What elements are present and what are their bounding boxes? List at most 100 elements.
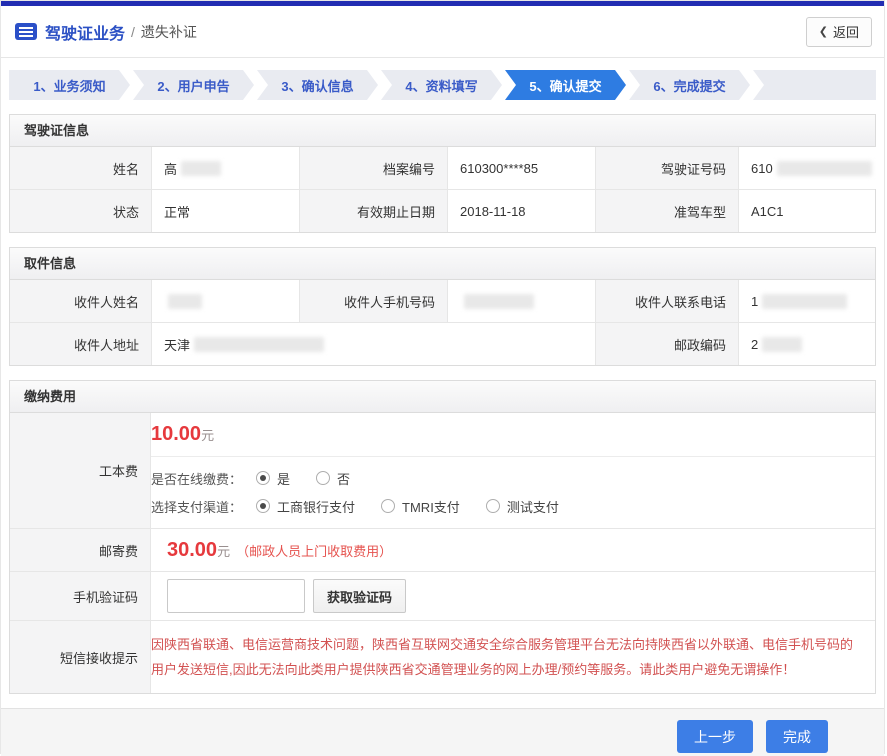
online-pay-question-row: 是否在线缴费： 是 否: [151, 466, 875, 490]
tel-value-text: 1: [751, 294, 758, 309]
work-fee-unit: 元: [201, 428, 214, 443]
breadcrumb-separator: /: [131, 24, 135, 40]
postage-fee-row: 邮寄费 30.00元 （邮政人员上门收取费用）: [10, 529, 875, 572]
name-value-text: 高: [164, 159, 177, 178]
footer-action-bar: 上一步 完成: [1, 708, 884, 756]
back-button-label: 返回: [833, 22, 859, 41]
sms-code-row: 手机验证码 获取验证码: [10, 572, 875, 621]
back-button[interactable]: ❮ 返回: [806, 17, 872, 47]
redacted-tel: [762, 294, 847, 309]
radio-icon[interactable]: [486, 499, 500, 513]
license-no-label: 驾驶证号码: [595, 147, 738, 189]
form-list-icon: [15, 23, 37, 40]
get-code-button[interactable]: 获取验证码: [313, 579, 406, 613]
vehicle-class-label: 准驾车型: [595, 190, 738, 232]
table-row: 收件人姓名 收件人手机号码 收件人联系电话 1: [10, 280, 875, 323]
address-value-text: 天津: [164, 335, 190, 354]
sms-code-input[interactable]: [167, 579, 305, 613]
name-value: 高: [151, 147, 299, 189]
radio-option-yes-label: 是: [277, 469, 290, 488]
table-row: 姓名 高 档案编号 610300****85 驾驶证号码 610: [10, 147, 875, 190]
finish-button[interactable]: 完成: [766, 720, 828, 753]
postage-fee-amount: 30.00: [167, 539, 217, 562]
vehicle-class-value: A1C1: [738, 190, 875, 232]
step-bar-filler: [753, 70, 876, 100]
name-label: 姓名: [10, 147, 151, 189]
radio-option-test-pay[interactable]: 测试支付: [486, 497, 559, 516]
step-3-confirm-info[interactable]: 3、确认信息: [257, 70, 378, 100]
sms-code-content: 获取验证码: [151, 572, 875, 620]
previous-step-button[interactable]: 上一步: [677, 720, 753, 753]
sms-code-label: 手机验证码: [10, 572, 151, 620]
sms-notice-text: 因陕西省联通、电信运营商技术问题，陕西省互联网交通安全综合服务管理平台无法向持陕…: [151, 621, 875, 693]
work-fee-label: 工本费: [10, 413, 151, 528]
redacted-zip: [762, 337, 802, 352]
postage-fee-unit: 元: [217, 541, 230, 560]
recipient-name-label: 收件人姓名: [10, 280, 151, 322]
zip-label: 邮政编码: [595, 323, 738, 365]
file-no-label: 档案编号: [299, 147, 447, 189]
fee-divider: [151, 456, 875, 457]
radio-icon[interactable]: [256, 499, 270, 513]
status-label: 状态: [10, 190, 151, 232]
postage-fee-label: 邮寄费: [10, 529, 151, 571]
mobile-label: 收件人手机号码: [299, 280, 447, 322]
pickup-info-section-title: 取件信息: [10, 248, 875, 280]
license-info-section-title: 驾驶证信息: [10, 115, 875, 147]
back-chevron-icon: ❮: [819, 25, 828, 38]
step-progress-bar: 1、业务须知 2、用户申告 3、确认信息 4、资料填写 5、确认提交 6、完成提…: [9, 70, 876, 100]
license-info-section: 驾驶证信息 姓名 高 档案编号 610300****85 驾驶证号码 610 状…: [9, 114, 876, 233]
postage-fee-note: （邮政人员上门收取费用）: [236, 541, 392, 560]
license-no-value-text: 610: [751, 161, 773, 176]
step-4-fill-data[interactable]: 4、资料填写: [381, 70, 502, 100]
radio-option-tmri[interactable]: TMRI支付: [381, 497, 460, 516]
pay-channel-question-row: 选择支付渠道： 工商银行支付 TMRI支付 测试支付: [151, 494, 875, 518]
pay-channel-question: 选择支付渠道：: [151, 497, 242, 516]
table-row: 状态 正常 有效期止日期 2018-11-18 准驾车型 A1C1: [10, 190, 875, 232]
file-no-value: 610300****85: [447, 147, 595, 189]
breadcrumb-current: 遗失补证: [141, 22, 197, 42]
tel-label: 收件人联系电话: [595, 280, 738, 322]
page-header: 驾驶证业务 / 遗失补证 ❮ 返回: [1, 6, 884, 58]
radio-option-icbc[interactable]: 工商银行支付: [256, 497, 355, 516]
expiry-label: 有效期止日期: [299, 190, 447, 232]
status-value: 正常: [151, 190, 299, 232]
recipient-name-value: [151, 280, 299, 322]
zip-value-text: 2: [751, 337, 758, 352]
page-title: 驾驶证业务: [45, 20, 125, 44]
tel-value: 1: [738, 280, 875, 322]
work-fee-row: 工本费 10.00元 是否在线缴费： 是 否: [10, 413, 875, 529]
address-label: 收件人地址: [10, 323, 151, 365]
pickup-info-section: 取件信息 收件人姓名 收件人手机号码 收件人联系电话 1 收件人地址 天津: [9, 247, 876, 366]
radio-option-test-pay-label: 测试支付: [507, 497, 559, 516]
radio-icon[interactable]: [381, 499, 395, 513]
redacted-recipient-name: [168, 294, 202, 309]
online-pay-question: 是否在线缴费：: [151, 469, 242, 488]
radio-option-tmri-label: TMRI支付: [402, 497, 460, 516]
sms-notice-row: 短信接收提示 因陕西省联通、电信运营商技术问题，陕西省互联网交通安全综合服务管理…: [10, 621, 875, 693]
payment-section-title: 缴纳费用: [10, 381, 875, 413]
table-row: 收件人地址 天津 邮政编码 2: [10, 323, 875, 365]
radio-icon[interactable]: [256, 471, 270, 485]
radio-option-icbc-label: 工商银行支付: [277, 497, 355, 516]
postage-fee-content: 30.00元 （邮政人员上门收取费用）: [151, 529, 875, 571]
radio-icon[interactable]: [316, 471, 330, 485]
radio-option-yes[interactable]: 是: [256, 469, 290, 488]
expiry-value: 2018-11-18: [447, 190, 595, 232]
radio-option-no-label: 否: [337, 469, 350, 488]
redacted-license-no: [777, 161, 872, 176]
step-1-business-notice[interactable]: 1、业务须知: [9, 70, 130, 100]
radio-option-no[interactable]: 否: [316, 469, 350, 488]
mobile-value: [447, 280, 595, 322]
step-2-user-declaration[interactable]: 2、用户申告: [133, 70, 254, 100]
address-value: 天津: [151, 323, 595, 365]
work-fee-amount-line: 10.00元: [151, 423, 875, 446]
work-fee-content: 10.00元 是否在线缴费： 是 否 选择支付渠道：: [151, 413, 875, 528]
license-no-value: 610: [738, 147, 884, 189]
work-fee-amount: 10.00: [151, 423, 201, 445]
step-5-confirm-submit[interactable]: 5、确认提交: [505, 70, 626, 100]
step-6-complete-submit[interactable]: 6、完成提交: [629, 70, 750, 100]
page: 驾驶证业务 / 遗失补证 ❮ 返回 1、业务须知 2、用户申告 3、确认信息 4…: [0, 0, 885, 754]
redacted-mobile: [464, 294, 534, 309]
redacted-address: [194, 337, 324, 352]
